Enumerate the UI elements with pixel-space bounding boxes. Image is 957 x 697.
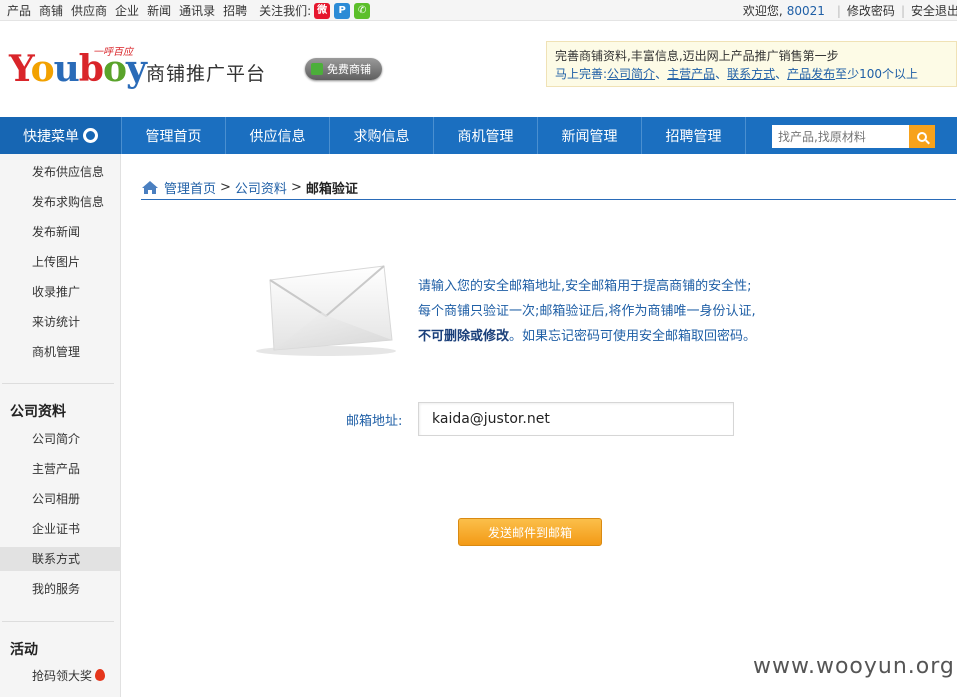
notice-line1: 完善商铺资料,丰富信息,迈出网上产品推广销售第一步: [555, 49, 839, 63]
free-shop-label: 免费商铺: [327, 63, 371, 76]
top-link-shops[interactable]: 商铺: [39, 2, 63, 19]
top-link-news[interactable]: 新闻: [147, 2, 171, 19]
search-icon: [917, 131, 927, 142]
breadcrumb-current: 邮箱验证: [305, 182, 358, 197]
sidebar-divider: [2, 621, 114, 622]
notice-line2: 马上完善:公司简介、主营产品、联系方式、产品发布至少100个以上: [555, 65, 956, 83]
verification-intro: 请输入您的安全邮箱地址,安全邮箱用于提高商铺的安全性; 每个商铺只验证一次;邮箱…: [418, 274, 858, 349]
envelope-icon: [256, 265, 396, 356]
intro-line3: 不可删除或修改。如果忘记密码可使用安全邮箱取回密码。: [418, 324, 858, 349]
youboy-logo[interactable]: 一呼百应 Youboy: [9, 47, 147, 89]
sidebar-section-activity: 活动: [10, 642, 38, 658]
sidebar-item-company-album[interactable]: 公司相册: [0, 487, 121, 511]
notice-link-main-products[interactable]: 主营产品: [667, 67, 715, 81]
wechat-icon[interactable]: ✆: [354, 2, 371, 19]
welcome-text: 欢迎您,: [742, 4, 783, 18]
user-id[interactable]: 80021: [787, 4, 825, 18]
fire-icon: [95, 669, 106, 681]
profile-notice: 完善商铺资料,丰富信息,迈出网上产品推广销售第一步 马上完善:公司简介、主营产品…: [546, 41, 957, 87]
sidebar-item-company-intro[interactable]: 公司简介: [0, 427, 121, 451]
top-link-directory[interactable]: 通讯录: [179, 2, 215, 19]
top-link-products[interactable]: 产品: [7, 2, 31, 19]
notice-prefix: 马上完善:: [555, 67, 608, 81]
change-password-link[interactable]: 修改密码: [847, 2, 895, 19]
breadcrumb-home-link[interactable]: 管理首页: [164, 178, 216, 197]
top-link-suppliers[interactable]: 供应商: [71, 2, 107, 19]
search-button[interactable]: [909, 125, 935, 148]
nav-item-purchase[interactable]: 求购信息: [330, 117, 434, 154]
sidebar-item-publish-supply[interactable]: 发布供应信息: [0, 160, 121, 184]
top-link-jobs[interactable]: 招聘: [223, 2, 247, 19]
sidebar-item-opportunities[interactable]: 商机管理: [0, 340, 121, 364]
sidebar-item-contact[interactable]: 联系方式: [0, 547, 121, 571]
sidebar-item-upload-images[interactable]: 上传图片: [0, 250, 121, 274]
nav-item-opportunities[interactable]: 商机管理: [434, 117, 538, 154]
divider: |: [836, 3, 841, 18]
nav-item-supply[interactable]: 供应信息: [226, 117, 330, 154]
sidebar-item-my-services[interactable]: 我的服务: [0, 577, 121, 601]
notice-link-publish-product[interactable]: 产品发布: [787, 67, 835, 81]
intro-line1: 请输入您的安全邮箱地址,安全邮箱用于提高商铺的安全性;: [418, 279, 752, 294]
notice-link-contact[interactable]: 联系方式: [727, 67, 775, 81]
sidebar-item-indexing[interactable]: 收录推广: [0, 280, 121, 304]
nav-item-jobs[interactable]: 招聘管理: [642, 117, 746, 154]
top-link-enterprises[interactable]: 企业: [115, 2, 139, 19]
breadcrumb-separator: >: [220, 180, 231, 195]
notice-link-company-intro[interactable]: 公司简介: [607, 67, 655, 81]
free-shop-badge[interactable]: 免费商铺: [305, 58, 382, 80]
sidebar-item-prize-draw[interactable]: 抢码领大奖: [0, 664, 121, 688]
breadcrumb-separator: >: [290, 180, 302, 195]
follow-us-label: 关注我们:: [259, 4, 312, 18]
watermark: www.wooyun.org: [753, 654, 955, 679]
divider: |: [900, 3, 905, 18]
logout-link[interactable]: 安全退出: [911, 2, 957, 19]
platform-title: 商铺推广平台: [146, 63, 267, 85]
shopping-bag-icon: [311, 63, 323, 75]
quick-menu-label: 快捷菜单: [23, 128, 79, 145]
intro-line3-rest: 。如果忘记密码可使用安全邮箱取回密码。: [509, 329, 757, 344]
quick-menu[interactable]: 快捷菜单: [0, 117, 122, 154]
sidebar-item-visitor-stats[interactable]: 来访统计: [0, 310, 121, 334]
email-label: 邮箱地址:: [346, 414, 403, 429]
intro-line2: 每个商铺只验证一次;邮箱验证后,将作为商铺唯一身份认证,: [418, 304, 756, 319]
main-nav: 快捷菜单 管理首页 供应信息 求购信息 商机管理 新闻管理 招聘管理: [0, 117, 957, 154]
logo-tagline: 一呼百应: [93, 47, 133, 58]
sidebar-item-publish-news[interactable]: 发布新闻: [0, 220, 121, 244]
notice-separator: 、: [715, 67, 728, 81]
home-icon: [142, 181, 158, 194]
top-links: 产品 商铺 供应商 企业 新闻 通讯录 招聘 关注我们: 微 P ✆: [7, 0, 374, 21]
qzone-icon[interactable]: P: [334, 2, 351, 19]
email-field[interactable]: [418, 402, 734, 436]
search-input[interactable]: [772, 125, 909, 148]
top-bar: 产品 商铺 供应商 企业 新闻 通讯录 招聘 关注我们: 微 P ✆ 欢迎您, …: [0, 0, 957, 21]
prize-draw-label: 抢码领大奖: [32, 669, 93, 683]
breadcrumb-company-link[interactable]: 公司资料: [235, 178, 287, 197]
notice-separator: 、: [775, 67, 788, 81]
sidebar-item-certificates[interactable]: 企业证书: [0, 517, 121, 541]
send-email-button[interactable]: 发送邮件到邮箱: [458, 518, 602, 546]
notice-suffix: 至少100个以上: [835, 67, 919, 81]
intro-emphasis: 不可删除或修改: [418, 329, 510, 344]
notice-separator: 、: [655, 67, 668, 81]
sidebar: 发布供应信息 发布求购信息 发布新闻 上传图片 收录推广 来访统计 商机管理 公…: [0, 154, 121, 697]
gear-icon: [83, 128, 98, 143]
sidebar-item-publish-purchase[interactable]: 发布求购信息: [0, 190, 121, 214]
breadcrumb: 管理首页 > 公司资料 > 邮箱验证: [141, 176, 956, 200]
sidebar-item-main-products[interactable]: 主营产品: [0, 457, 121, 481]
user-area: 欢迎您, 80021 | 修改密码 | 安全退出: [743, 0, 957, 21]
nav-search: [772, 125, 935, 148]
weibo-icon[interactable]: 微: [314, 2, 331, 19]
nav-item-home[interactable]: 管理首页: [122, 117, 226, 154]
sidebar-divider: [2, 383, 114, 384]
sidebar-section-company: 公司资料: [10, 404, 66, 420]
nav-item-news[interactable]: 新闻管理: [538, 117, 642, 154]
